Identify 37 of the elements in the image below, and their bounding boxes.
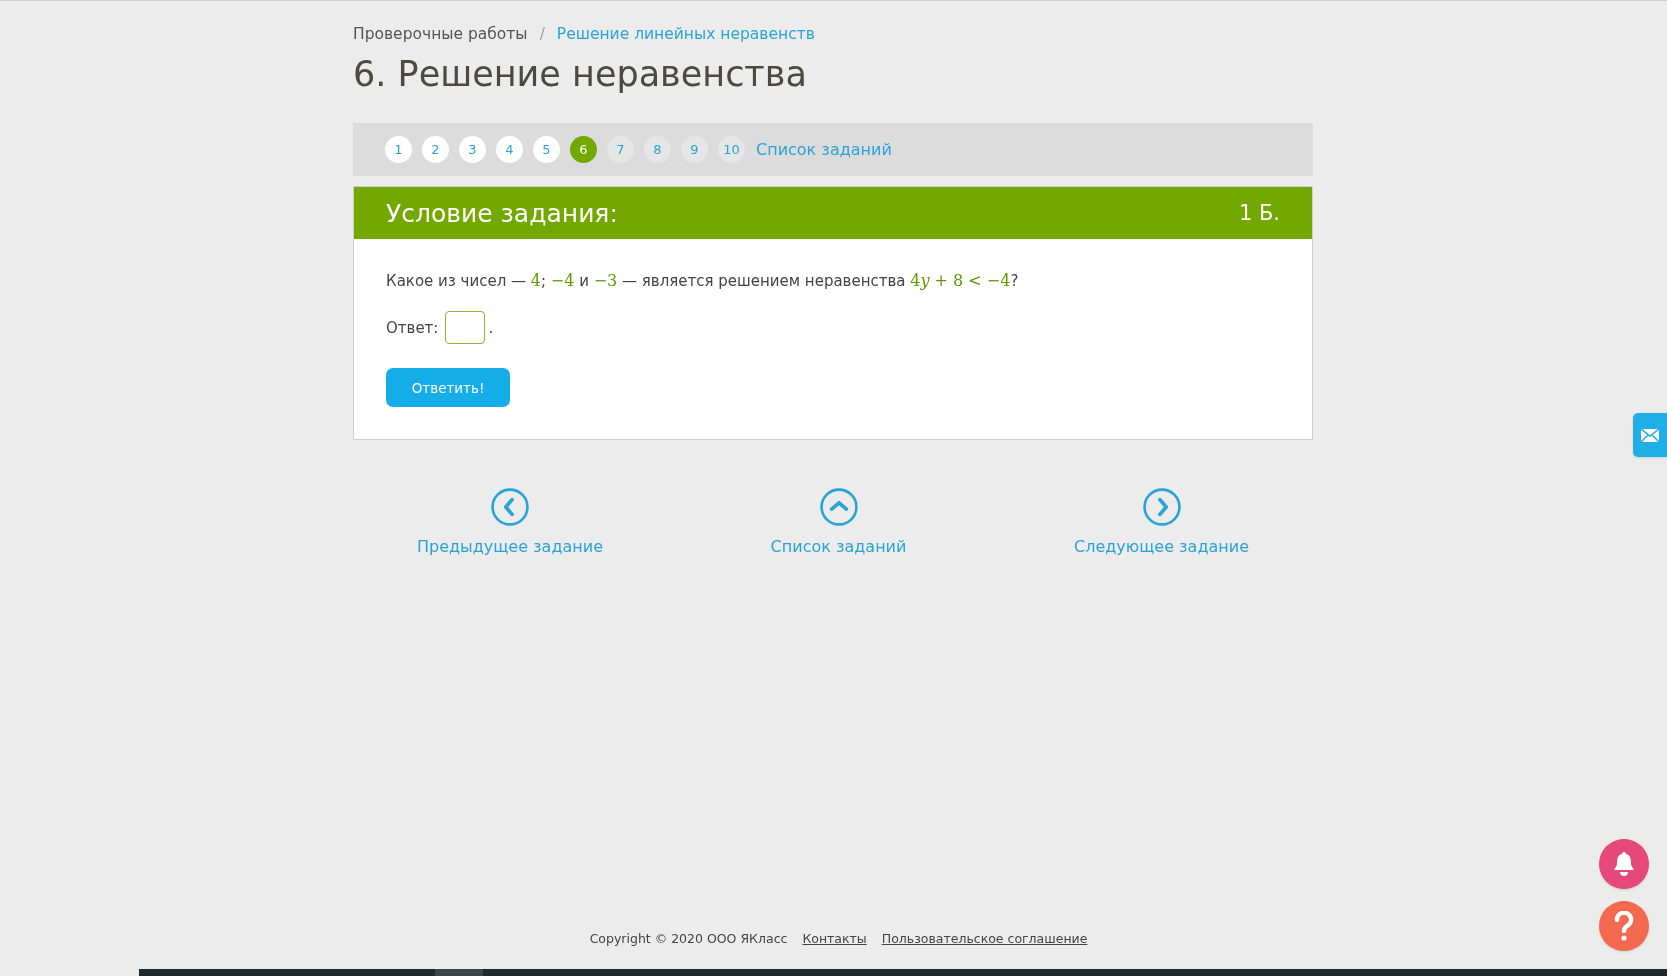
task-navigation-link[interactable]: Предыдущее задание — [417, 488, 603, 560]
notification-button[interactable] — [1599, 839, 1649, 889]
question-text: Какое из чисел — 4; −4 и −3 — является решением неравенства 4y + 8 < −4? — [386, 270, 1020, 293]
page-number[interactable]: 6 — [570, 136, 597, 164]
page-number[interactable]: 1 — [385, 136, 412, 164]
task-navigation-link[interactable]: Следующее задание — [1074, 488, 1249, 560]
page-number[interactable]: 5 — [533, 136, 560, 164]
answer-label: Ответ: — [386, 317, 439, 339]
question-mark-icon — [1614, 911, 1634, 941]
task-navigation-link[interactable]: Список заданий — [770, 488, 907, 560]
copyright-text: Copyright © 2020 ООО ЯКласс — [589, 930, 788, 949]
page-number[interactable]: 4 — [496, 136, 523, 164]
answer-field[interactable] — [445, 311, 486, 345]
footer-link[interactable]: Контакты — [802, 930, 867, 949]
breadcrumb-item: Проверочные работы — [353, 24, 528, 45]
page-number[interactable]: 7 — [607, 136, 634, 164]
page-number[interactable]: 10 — [718, 136, 745, 164]
page-number[interactable]: 8 — [644, 136, 671, 164]
bell-icon — [1612, 851, 1636, 877]
breadcrumb-link[interactable]: Решение линейных неравенств — [556, 23, 815, 47]
points-label: 1 Б. — [1238, 199, 1280, 227]
chevron-up-icon — [819, 488, 858, 527]
breadcrumb-separator: / — [539, 24, 545, 45]
task-list-link[interactable]: Список заданий — [756, 137, 892, 162]
page-number[interactable]: 9 — [681, 136, 708, 164]
chevron-right-icon — [1142, 488, 1181, 527]
page-number[interactable]: 2 — [422, 136, 449, 164]
task-header-title: Условие задания: — [386, 197, 618, 230]
mail-button[interactable] — [1633, 413, 1667, 457]
help-button[interactable] — [1599, 901, 1649, 951]
submit-button[interactable]: Ответить! — [386, 368, 510, 408]
footer-link[interactable]: Пользовательское соглашение — [881, 930, 1088, 949]
chevron-left-icon — [491, 488, 529, 527]
page-number[interactable]: 3 — [459, 136, 486, 164]
envelope-icon — [1641, 428, 1659, 442]
page-title: 6. Решение неравенства — [353, 53, 808, 97]
answer-period: . — [488, 317, 494, 339]
